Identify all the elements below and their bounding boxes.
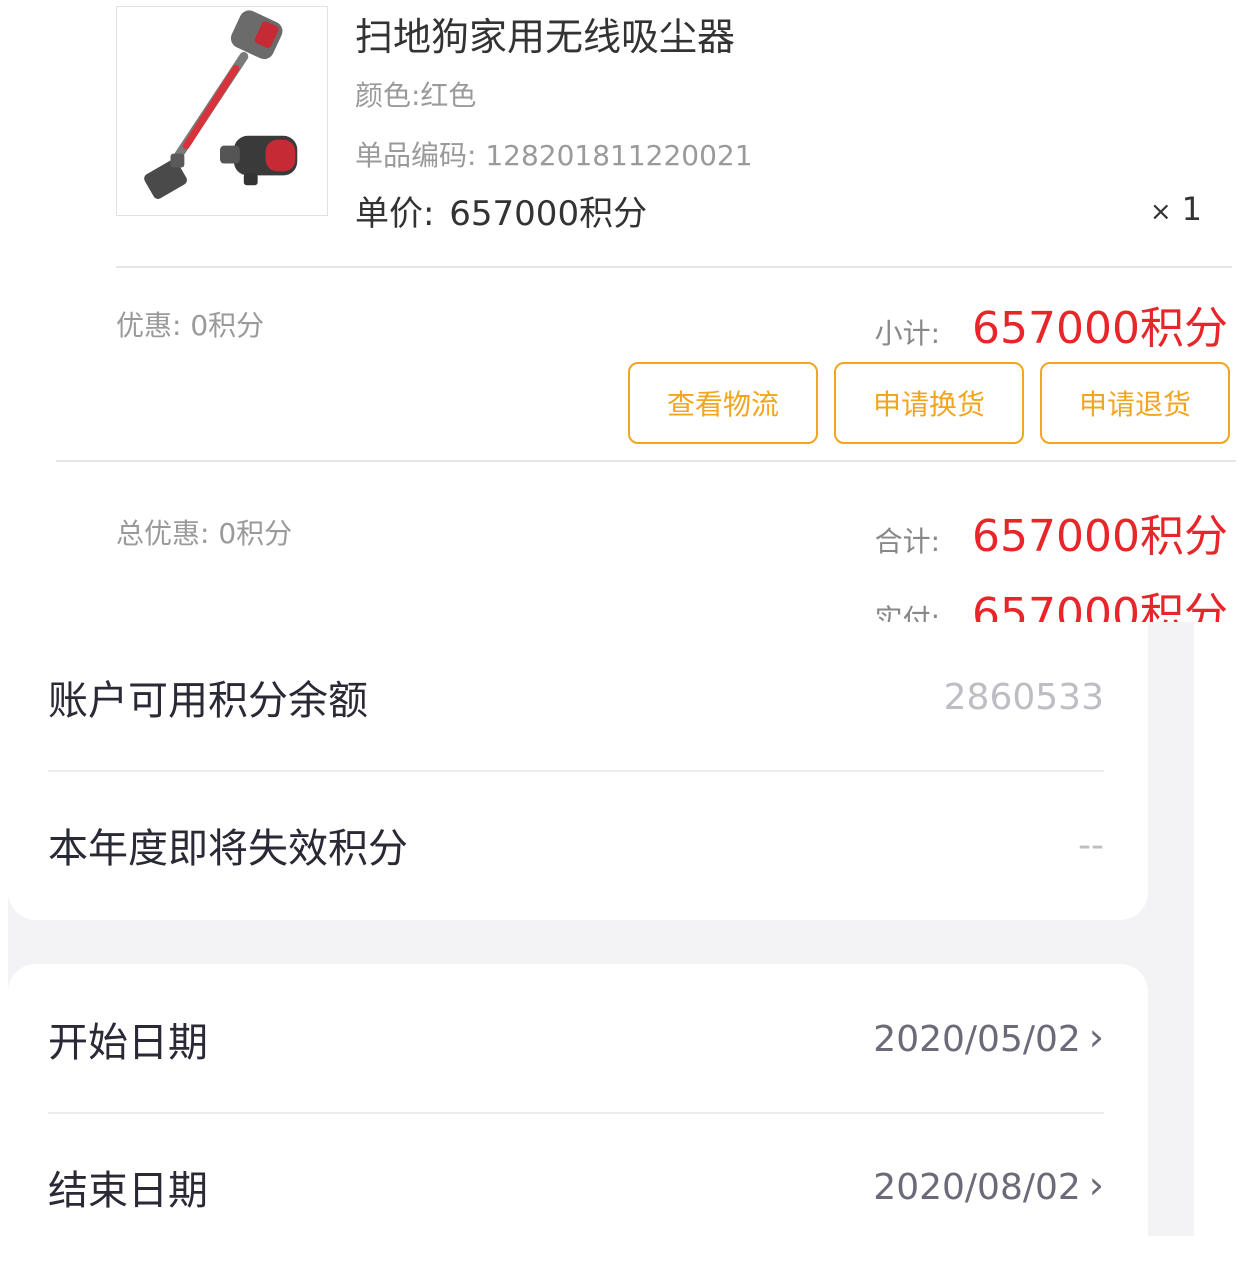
expiring-row: 本年度即将失效积分 -- bbox=[48, 770, 1104, 920]
divider bbox=[116, 266, 1232, 268]
view-logistics-button[interactable]: 查看物流 bbox=[628, 362, 818, 444]
apply-return-button[interactable]: 申请退货 bbox=[1040, 362, 1230, 444]
balance-row: 账户可用积分余额 2860533 bbox=[48, 622, 1104, 772]
multiply-icon: × bbox=[1149, 197, 1172, 227]
points-summary-card: 账户可用积分余额 2860533 本年度即将失效积分 -- bbox=[8, 622, 1148, 920]
quantity: × 1 bbox=[1150, 190, 1202, 228]
chevron-right-icon: › bbox=[1088, 1015, 1104, 1059]
apply-exchange-button[interactable]: 申请换货 bbox=[834, 362, 1024, 444]
total-discount: 总优惠: 0积分 bbox=[116, 517, 293, 550]
start-date-picker[interactable]: 2020/05/02 › bbox=[873, 1015, 1104, 1060]
start-date-label: 开始日期 bbox=[48, 1020, 208, 1066]
balance-value: 2860533 bbox=[943, 676, 1104, 718]
order-total: 合计: 657000积分 bbox=[875, 500, 1228, 564]
amount-paid: 实付: 657000积分 bbox=[875, 578, 1228, 622]
product-sku: 单品编码: 128201811220021 bbox=[355, 139, 753, 172]
unit-price-value: 657000积分 bbox=[449, 194, 648, 234]
product-thumbnail[interactable] bbox=[116, 6, 328, 216]
balance-label: 账户可用积分余额 bbox=[48, 678, 368, 724]
start-date-value: 2020/05/02 bbox=[873, 1018, 1081, 1060]
total-label: 合计: bbox=[874, 525, 941, 558]
order-panel: 扫地狗家用无线吸尘器 颜色:红色 单品编码: 128201811220021 单… bbox=[0, 0, 1242, 622]
divider bbox=[56, 460, 1236, 462]
order-actions: 查看物流 申请换货 申请退货 bbox=[628, 362, 1230, 444]
points-panel: 账户可用积分余额 2860533 本年度即将失效积分 -- 开始日期 2020/… bbox=[0, 622, 1242, 1242]
quantity-value: 1 bbox=[1181, 190, 1202, 228]
subtotal-label: 小计: bbox=[874, 317, 941, 350]
unit-price: 单价: 657000积分 bbox=[355, 186, 651, 235]
subtotal: 小计: 657000积分 bbox=[875, 292, 1228, 356]
date-range-card: 开始日期 2020/05/02 › 结束日期 2020/08/02 › bbox=[8, 964, 1148, 1242]
end-date-row[interactable]: 结束日期 2020/08/02 › bbox=[48, 1112, 1104, 1262]
expiring-value: -- bbox=[1078, 824, 1104, 866]
start-date-row[interactable]: 开始日期 2020/05/02 › bbox=[48, 964, 1104, 1114]
end-date-label: 结束日期 bbox=[48, 1168, 208, 1214]
expiring-label: 本年度即将失效积分 bbox=[48, 826, 408, 872]
paid-label: 实付: bbox=[874, 603, 941, 622]
item-discount: 优惠: 0积分 bbox=[116, 309, 265, 342]
paid-value: 657000积分 bbox=[972, 589, 1228, 622]
product-title: 扫地狗家用无线吸尘器 bbox=[355, 15, 736, 59]
product-color: 颜色:红色 bbox=[355, 79, 477, 112]
subtotal-value: 657000积分 bbox=[972, 303, 1228, 354]
end-date-picker[interactable]: 2020/08/02 › bbox=[873, 1163, 1104, 1208]
chevron-right-icon: › bbox=[1088, 1163, 1104, 1207]
unit-price-label: 单价: bbox=[355, 194, 435, 234]
total-value: 657000积分 bbox=[972, 511, 1228, 562]
end-date-value: 2020/08/02 bbox=[873, 1166, 1081, 1208]
vacuum-cleaner-image bbox=[144, 10, 298, 199]
